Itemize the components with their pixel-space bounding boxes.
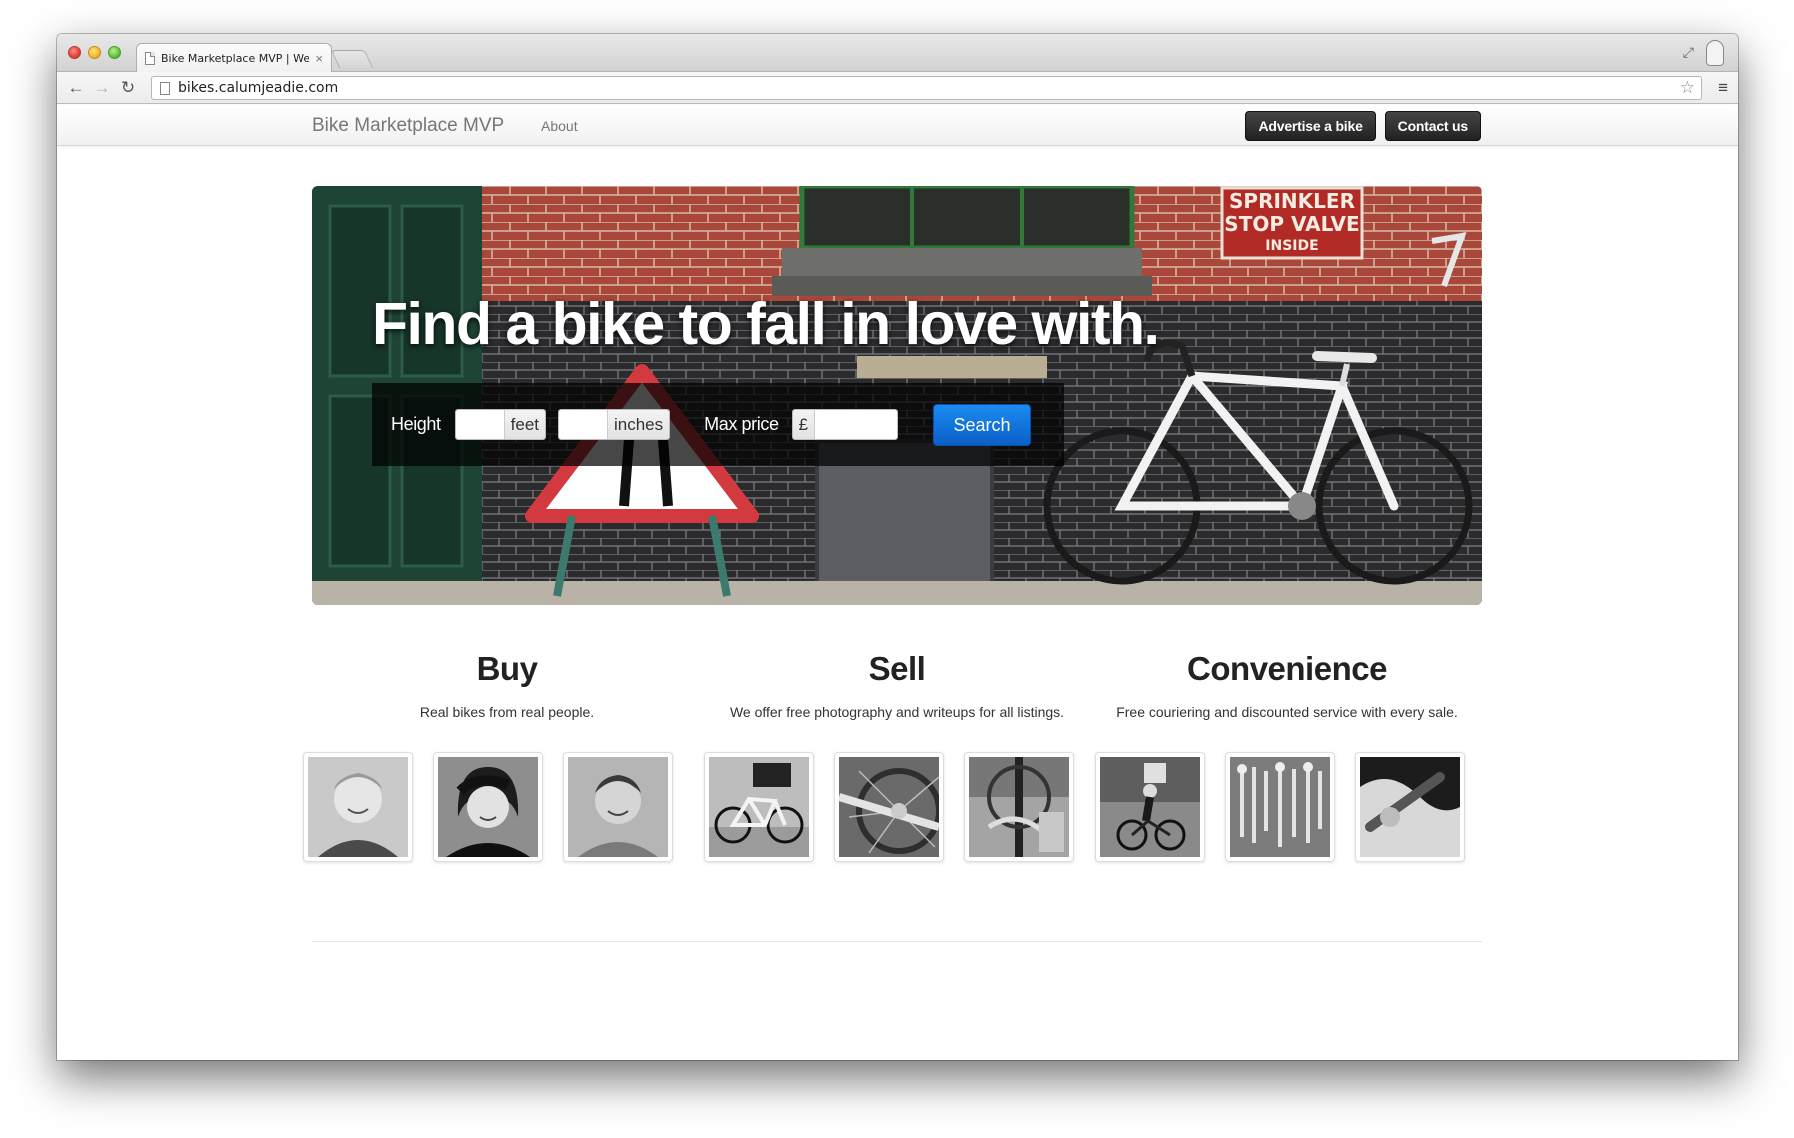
sign-line-1: SPRINKLER [1229, 189, 1355, 213]
person-photo[interactable] [303, 752, 413, 862]
bookmark-star-icon[interactable]: ☆ [1680, 78, 1695, 98]
tools-photo[interactable] [1225, 752, 1335, 862]
inches-input[interactable] [559, 410, 607, 439]
browser-tab[interactable]: Bike Marketplace MVP | We × [136, 43, 332, 73]
browser-window: Bike Marketplace MVP | We × ⤢ ← → ↻ bike… [57, 34, 1738, 1060]
person-photo[interactable] [563, 752, 673, 862]
zoom-window-icon[interactable] [108, 46, 121, 59]
feature-description: We offer free photography and writeups f… [729, 704, 1065, 720]
bike-photo[interactable] [704, 752, 814, 862]
hand-tool-photo[interactable] [1355, 752, 1465, 862]
feature-description: Free couriering and discounted service w… [1116, 704, 1458, 720]
feature-description: Real bikes from real people. [419, 704, 595, 720]
fullscreen-icon[interactable]: ⤢ [1683, 44, 1694, 61]
inches-input-group: inches [558, 409, 671, 440]
url-text[interactable]: bikes.calumjeadie.com [178, 80, 1680, 96]
site-brand[interactable]: Bike Marketplace MVP [312, 115, 504, 137]
price-input-group: £ [791, 409, 899, 440]
site-navbar: Bike Marketplace MVP About Advertise a b… [57, 105, 1738, 146]
feature-title: Convenience [1187, 650, 1387, 687]
bike-detail-photo[interactable] [834, 752, 944, 862]
max-price-label: Max price [704, 414, 779, 434]
browser-titlebar: Bike Marketplace MVP | We × ⤢ [57, 34, 1738, 73]
inches-addon: inches [607, 410, 670, 439]
nav-button-group: Advertise a bike Contact us [1245, 111, 1481, 141]
sell-thumbnails [704, 752, 1074, 862]
minimize-window-icon[interactable] [88, 46, 101, 59]
buy-thumbnails [303, 752, 673, 862]
convenience-thumbnails [1095, 752, 1465, 862]
courier-photo[interactable] [1095, 752, 1205, 862]
browser-menu-icon[interactable]: ≡ [1718, 78, 1728, 98]
feature-convenience: Convenience Free couriering and discount… [1092, 650, 1482, 720]
feet-input-group: feet [454, 409, 546, 440]
close-tab-icon[interactable]: × [315, 51, 323, 66]
back-arrow-icon[interactable]: ← [63, 78, 89, 98]
currency-addon: £ [792, 410, 816, 439]
sign-line-3: INSIDE [1265, 238, 1318, 254]
nav-link-about[interactable]: About [541, 118, 578, 134]
browser-toolbar: ← → ↻ bikes.calumjeadie.com ☆ ≡ [57, 72, 1738, 104]
sign-line-2: STOP VALVE [1224, 212, 1359, 236]
hero-title: Find a bike to fall in love with. [372, 291, 1160, 357]
page-icon [160, 81, 170, 95]
person-photo[interactable] [433, 752, 543, 862]
height-label: Height [391, 414, 441, 434]
feature-title: Sell [868, 650, 926, 687]
feet-input[interactable] [455, 410, 504, 439]
profile-icon[interactable] [1706, 40, 1724, 66]
search-panel: Height feet inches Max price £ Search [372, 383, 1064, 466]
feature-title: Buy [476, 650, 538, 687]
feature-buy: Buy Real bikes from real people. [312, 650, 702, 720]
address-bar[interactable]: bikes.calumjeadie.com ☆ [151, 76, 1702, 100]
hero-banner: SPRINKLER STOP VALVE INSIDE Find a bike … [312, 186, 1482, 605]
bike-detail-photo[interactable] [964, 752, 1074, 862]
web-page: Bike Marketplace MVP About Advertise a b… [57, 105, 1738, 1060]
advertise-bike-button[interactable]: Advertise a bike [1245, 111, 1376, 141]
contact-us-button[interactable]: Contact us [1384, 111, 1481, 141]
close-window-icon[interactable] [68, 46, 81, 59]
section-divider [312, 941, 1482, 942]
page-icon [145, 52, 155, 65]
feature-sell: Sell We offer free photography and write… [702, 650, 1092, 720]
search-button[interactable]: Search [933, 403, 1032, 446]
forward-arrow-icon[interactable]: → [89, 78, 115, 98]
max-price-input[interactable] [815, 410, 898, 439]
new-tab-button[interactable] [330, 50, 374, 68]
feet-addon: feet [503, 410, 545, 439]
reload-icon[interactable]: ↻ [115, 78, 141, 98]
tab-title: Bike Marketplace MVP | We [161, 52, 310, 65]
